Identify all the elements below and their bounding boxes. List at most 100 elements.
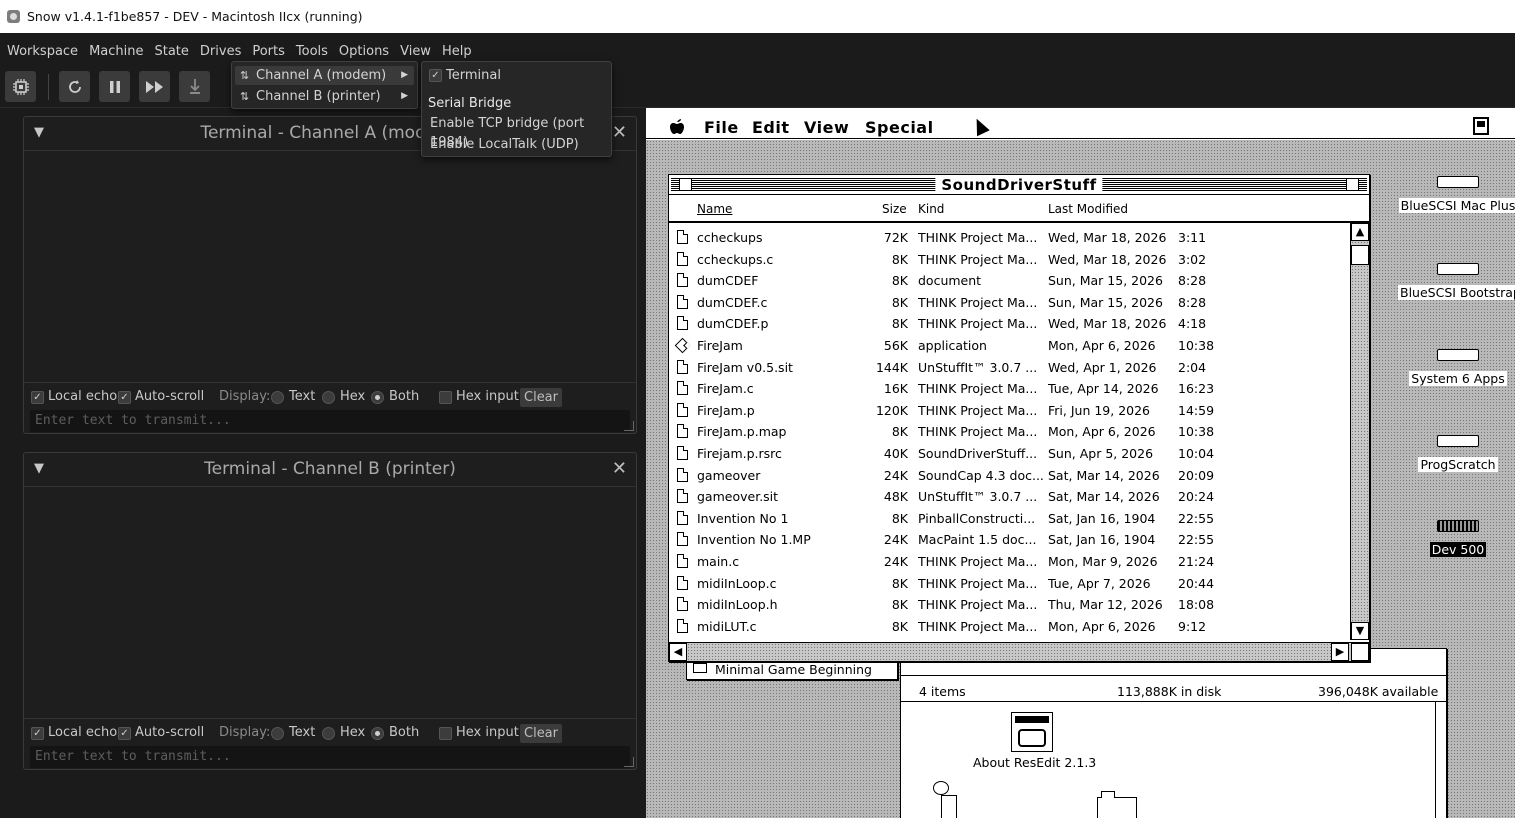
desktop-icon-disk[interactable]: BlueSCSI Bootstrap xyxy=(1398,263,1515,300)
menu-item-localtalk[interactable]: Enable LocalTalk (UDP) xyxy=(425,135,608,154)
scroll-right-icon[interactable]: ▶ xyxy=(1331,643,1349,661)
display-both-radio[interactable] xyxy=(371,727,384,740)
vertical-scrollbar[interactable]: ▲ ▼ xyxy=(1350,223,1369,640)
menu-options[interactable]: Options xyxy=(339,44,389,59)
mac-menu-file[interactable]: File xyxy=(704,118,739,137)
display-both-radio[interactable] xyxy=(371,391,384,404)
menu-help[interactable]: Help xyxy=(442,44,472,59)
scroll-up-icon[interactable]: ▲ xyxy=(1351,223,1369,241)
file-row[interactable]: midiInLoop.c 8K THINK Project Ma... Tue, Ap… xyxy=(669,573,1349,595)
file-kind: PinballConstructi... xyxy=(918,510,1036,526)
desktop-icon-disk[interactable]: Dev 500 xyxy=(1398,520,1515,557)
character-icon[interactable] xyxy=(929,781,959,818)
file-row[interactable]: gameover.sit 48K UnStuffIt™ 3.0.7 ... Sat, … xyxy=(669,486,1349,508)
horizontal-scrollbar[interactable]: ◀ ▶ xyxy=(669,642,1369,661)
file-row[interactable]: FireJam v0.5.sit 144K UnStuffIt™ 3.0.7 ...… xyxy=(669,357,1349,379)
menu-item-tcp-bridge[interactable]: Enable TCP bridge (port 1984) xyxy=(425,114,608,150)
file-row[interactable]: Invention No 1.MP 24K MacPaint 1.5 doc... S… xyxy=(669,529,1349,551)
menu-view[interactable]: View xyxy=(400,44,431,59)
file-row[interactable]: midiInLoop.h 8K THINK Project Ma... Thu, Ma… xyxy=(669,594,1349,616)
file-row[interactable]: Invention No 1 8K PinballConstructi... Sat,… xyxy=(669,508,1349,530)
menu-workspace[interactable]: Workspace xyxy=(7,44,78,59)
file-row[interactable]: ccheckups 72K THINK Project Ma... Wed, Mar … xyxy=(669,227,1349,249)
fast-forward-icon[interactable] xyxy=(139,71,170,102)
file-row[interactable]: FireJam.p 120K THINK Project Ma... Fri, Jun… xyxy=(669,400,1349,422)
col-last-modified[interactable]: Last Modified xyxy=(1048,202,1128,216)
terminal-b-title: Terminal - Channel B (printer) xyxy=(204,459,456,479)
mac-screen[interactable]: File Edit View Special BlueSCSI Mac Plus… xyxy=(646,108,1515,818)
desktop-icon-disk[interactable]: ProgScratch xyxy=(1398,435,1515,472)
local-echo-checkbox[interactable]: ✓ xyxy=(31,727,44,740)
file-time: 21:24 xyxy=(1178,554,1215,569)
desktop-icon-disk[interactable]: BlueSCSI Mac Plus xyxy=(1398,176,1515,213)
menu-state[interactable]: State xyxy=(154,44,188,59)
scroll-left-icon[interactable]: ◀ xyxy=(669,643,687,661)
apple-icon[interactable] xyxy=(670,118,684,139)
hex-input-checkbox[interactable] xyxy=(439,391,452,404)
serial-icon: ⇅ xyxy=(240,90,250,103)
mac-menu-special[interactable]: Special xyxy=(865,118,934,137)
document-icon xyxy=(677,402,688,417)
file-row[interactable]: midiLUT.c 8K THINK Project Ma... Mon, Apr 6… xyxy=(669,616,1349,638)
desktop-icon-disk[interactable]: System 6 Apps xyxy=(1398,349,1515,386)
file-row[interactable]: dumCDEF 8K document Sun, Mar 15, 2026 8:28 xyxy=(669,270,1349,292)
mac-menu-view[interactable]: View xyxy=(804,118,849,137)
file-row[interactable]: FireJam.p.map 8K THINK Project Ma... Mon, A… xyxy=(669,421,1349,443)
menu-item-channel-b[interactable]: ⇅ Channel B (printer) ▶ xyxy=(235,87,414,106)
col-name[interactable]: Name xyxy=(697,202,732,216)
application-menu-icon[interactable] xyxy=(1473,117,1489,135)
display-hex-radio[interactable] xyxy=(322,727,335,740)
chip-icon[interactable] xyxy=(5,71,36,102)
resedit-app-icon[interactable] xyxy=(1011,712,1053,752)
close-box-icon[interactable] xyxy=(679,178,692,191)
display-text-radio[interactable] xyxy=(271,727,284,740)
menu-tools[interactable]: Tools xyxy=(296,44,328,59)
resize-grip[interactable] xyxy=(624,421,634,431)
auto-scroll-checkbox[interactable]: ✓ xyxy=(118,727,131,740)
transmit-input[interactable]: Enter text to transmit... xyxy=(30,746,630,768)
file-row[interactable]: Firejam.p.rsrc 40K SoundDriverStuff... Sun,… xyxy=(669,443,1349,465)
zoom-box-icon[interactable] xyxy=(1346,178,1359,191)
transmit-input[interactable]: Enter text to transmit... xyxy=(30,410,630,432)
file-row[interactable]: main.c 24K THINK Project Ma... Mon, Mar 9, … xyxy=(669,551,1349,573)
mac-menu-edit[interactable]: Edit xyxy=(752,118,790,137)
clear-button[interactable]: Clear xyxy=(520,724,562,743)
local-echo-checkbox[interactable]: ✓ xyxy=(31,391,44,404)
file-row[interactable]: ccheckups.c 8K THINK Project Ma... Wed, Mar… xyxy=(669,249,1349,271)
menu-drives[interactable]: Drives xyxy=(200,44,241,59)
display-hex-radio[interactable] xyxy=(322,391,335,404)
resize-grip[interactable] xyxy=(624,757,634,767)
pause-icon[interactable] xyxy=(99,71,130,102)
close-icon[interactable]: ✕ xyxy=(612,122,627,143)
finder-window[interactable]: SoundDriverStuff Name Size Kind Last Mod… xyxy=(668,174,1370,662)
file-row[interactable]: dumCDEF.c 8K THINK Project Ma... Sun, Mar 1… xyxy=(669,292,1349,314)
scroll-down-icon[interactable]: ▼ xyxy=(1351,622,1369,640)
close-icon[interactable]: ✕ xyxy=(612,458,627,479)
col-size[interactable]: Size xyxy=(882,202,907,216)
reset-icon[interactable] xyxy=(59,71,90,102)
display-label: Display: xyxy=(219,725,271,740)
grow-box-icon[interactable] xyxy=(1351,643,1369,661)
file-date: Sun, Mar 15, 2026 xyxy=(1048,294,1163,310)
file-time: 9:12 xyxy=(1178,618,1207,634)
folder-icon[interactable] xyxy=(1097,791,1137,818)
file-row[interactable]: dumCDEF.p 8K THINK Project Ma... Wed, Mar 1… xyxy=(669,313,1349,335)
hex-input-checkbox[interactable] xyxy=(439,727,452,740)
display-text-radio[interactable] xyxy=(271,391,284,404)
step-icon[interactable] xyxy=(179,71,210,102)
file-row[interactable]: gameover 24K SoundCap 4.3 doc... Sat, Mar 1… xyxy=(669,465,1349,487)
hard-disk-icon xyxy=(1437,263,1479,275)
menu-ports[interactable]: Ports xyxy=(252,44,285,59)
file-row[interactable]: FireJam.c 16K THINK Project Ma... Tue, Apr … xyxy=(669,378,1349,400)
clear-button[interactable]: Clear xyxy=(520,388,562,407)
auto-scroll-checkbox[interactable]: ✓ xyxy=(118,391,131,404)
scroll-thumb[interactable] xyxy=(1351,245,1369,265)
item-count: 4 items xyxy=(919,684,966,699)
mouse-cursor-icon xyxy=(970,115,990,137)
resedit-window[interactable]: 4 items 113,888K in disk 396,048K availa… xyxy=(900,648,1447,818)
menu-item-channel-a[interactable]: ⇅ Channel A (modem) ▶ xyxy=(235,66,414,85)
col-kind[interactable]: Kind xyxy=(918,202,944,216)
menu-item-terminal[interactable]: ✓ Terminal xyxy=(425,66,608,85)
menu-machine[interactable]: Machine xyxy=(89,44,143,59)
file-row[interactable]: FireJam 56K application Mon, Apr 6, 2026 10:… xyxy=(669,335,1349,357)
